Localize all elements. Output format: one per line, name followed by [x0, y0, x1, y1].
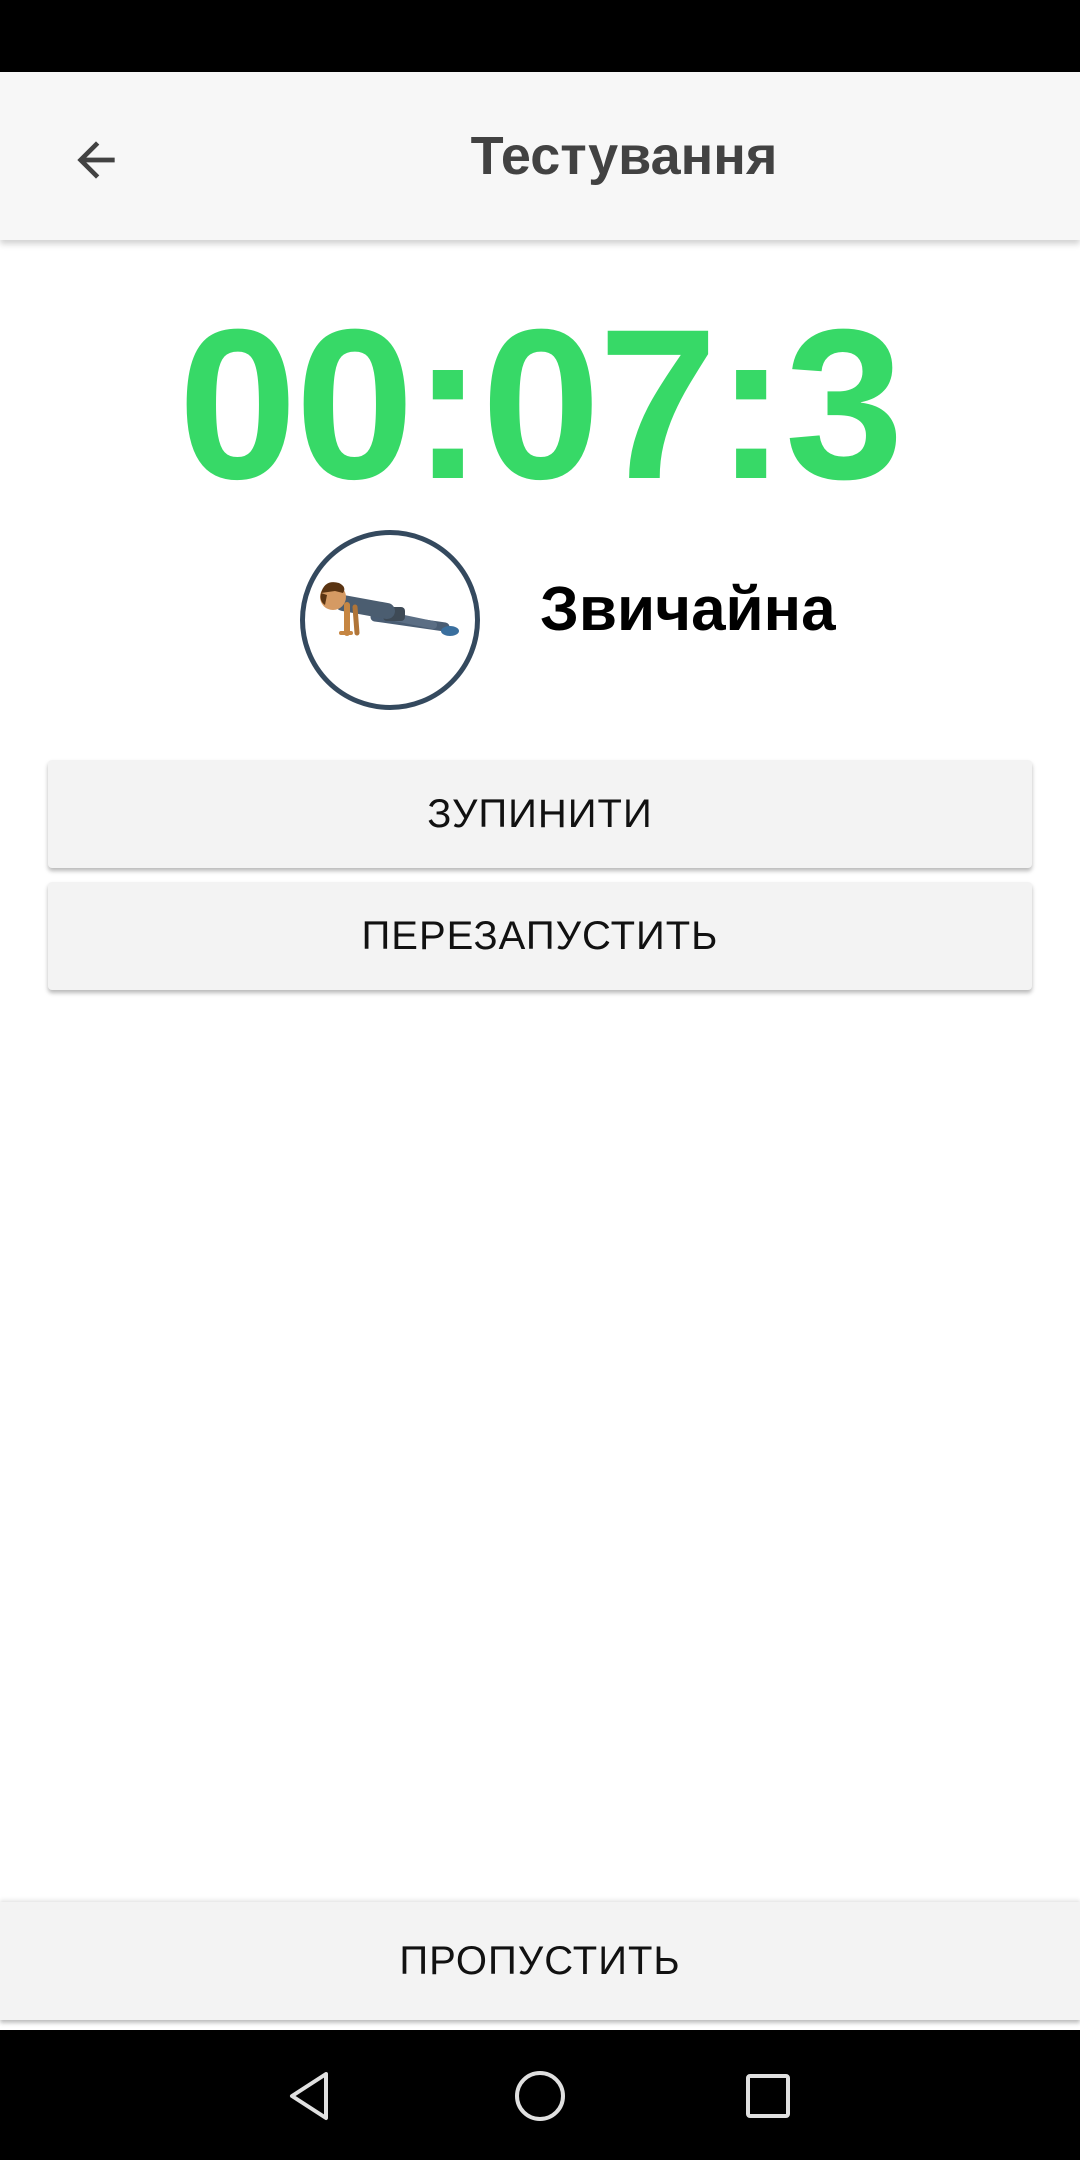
timer-display: 00:07:3 [178, 285, 904, 524]
stop-button[interactable]: ЗУПИНИТИ [48, 760, 1032, 868]
system-nav-bar [0, 2030, 1080, 2160]
arrow-left-icon [77, 141, 115, 179]
page-title: Тестування [470, 126, 778, 186]
nav-recents-button[interactable] [732, 2060, 804, 2132]
circle-home-icon [515, 2071, 565, 2121]
triangle-back-icon [290, 2072, 328, 2120]
exercise-name: Звичайна [540, 575, 836, 644]
skip-button[interactable]: ПРОПУСТИТЬ [0, 1902, 1080, 2020]
pushup-figure-icon [320, 582, 459, 636]
status-bar [0, 0, 1080, 72]
nav-back-button[interactable] [274, 2060, 346, 2132]
exercise-image [300, 530, 480, 710]
back-button[interactable] [48, 112, 144, 208]
app-bar: Тестування [0, 72, 1080, 240]
nav-home-button[interactable] [504, 2060, 576, 2132]
square-recents-icon [746, 2074, 790, 2118]
restart-button[interactable]: ПЕРЕЗАПУСТИТЬ [48, 882, 1032, 990]
